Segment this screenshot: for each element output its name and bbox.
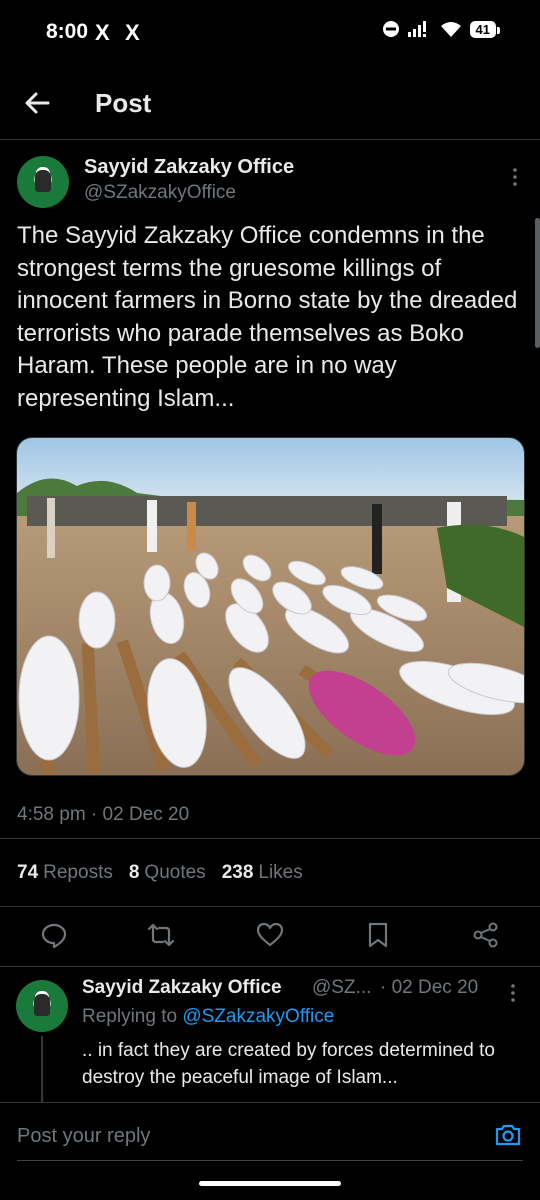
status-indicators: 41	[382, 20, 501, 38]
author-name[interactable]: Sayyid Zakzaky Office	[84, 156, 294, 179]
composer-underline	[17, 1160, 523, 1161]
status-time: 8:00	[46, 20, 89, 43]
reposts-stat[interactable]: 74 Reposts	[17, 862, 113, 884]
post-timestamp: 4:58 pm · 02 Dec 20	[17, 804, 190, 825]
signal-icon	[407, 21, 426, 37]
camera-icon[interactable]	[494, 1121, 522, 1149]
reply-date: · 02 Dec 20	[380, 977, 479, 998]
reply-avatar[interactable]	[16, 980, 68, 1032]
scrollbar[interactable]	[535, 218, 540, 348]
reply-text: .. in fact they are created by forces de…	[82, 1040, 495, 1088]
share-icon[interactable]	[471, 920, 501, 950]
battery-icon: 41	[469, 20, 501, 38]
heart-icon[interactable]	[255, 920, 285, 950]
avatar[interactable]	[17, 156, 69, 208]
divider	[0, 838, 540, 839]
reposts-count: 74	[17, 862, 39, 883]
replying-prefix: Replying to	[82, 1006, 178, 1027]
quotes-count: 8	[128, 862, 140, 883]
reply-author-handle[interactable]: @SZ...	[312, 977, 371, 999]
x-app-icon: X	[95, 20, 110, 45]
replying-to: Replying to @SZakzakyOffice	[82, 1006, 334, 1028]
likes-count: 238	[221, 862, 254, 883]
repost-icon[interactable]	[146, 920, 176, 950]
post-stats: 74 Reposts 8 Quotes 238 Likes	[17, 862, 303, 884]
home-indicator[interactable]	[199, 1181, 341, 1186]
author-handle[interactable]: @SZakzakyOffice	[84, 182, 236, 204]
page-title: Post	[95, 88, 152, 118]
thread-line	[41, 1036, 43, 1106]
divider	[0, 966, 540, 967]
quotes-stat[interactable]: 8 Quotes	[129, 862, 206, 884]
status-bar: 8:00 X X 41	[0, 0, 540, 66]
arrow-left-icon[interactable]	[20, 86, 54, 120]
replying-to-mention[interactable]: @SZakzakyOffice	[182, 1006, 334, 1027]
bookmark-icon[interactable]	[363, 920, 393, 950]
reply-composer	[0, 1102, 540, 1162]
reply-input[interactable]	[17, 1125, 417, 1148]
do-not-disturb-icon	[382, 21, 399, 37]
more-vertical-icon[interactable]	[510, 166, 520, 188]
reply-author-name[interactable]: Sayyid Zakzaky Office	[82, 977, 282, 999]
post-image[interactable]	[16, 437, 525, 776]
post-action-bar	[0, 916, 540, 956]
likes-label: Likes	[258, 862, 303, 883]
comment-icon[interactable]	[39, 920, 69, 950]
top-app-bar: Post	[0, 66, 540, 140]
likes-stat[interactable]: 238 Likes	[222, 862, 303, 884]
divider	[0, 906, 540, 907]
x-app-icon: X	[125, 20, 140, 45]
more-vertical-icon[interactable]	[508, 982, 518, 1004]
reposts-label: Reposts	[43, 862, 113, 883]
wifi-icon	[440, 22, 461, 37]
quotes-label: Quotes	[144, 862, 206, 883]
post-text: The Sayyid Zakzaky Office condemns in th…	[17, 222, 518, 412]
